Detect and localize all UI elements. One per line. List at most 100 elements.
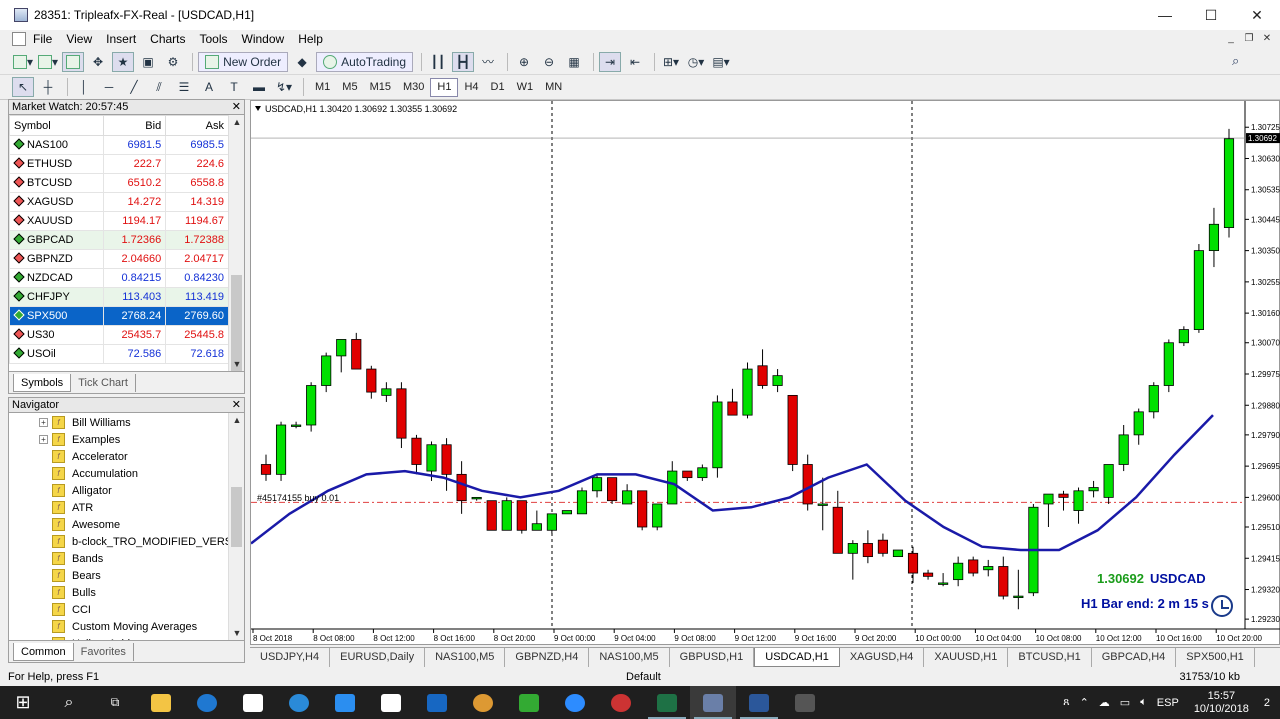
menu-help[interactable]: Help [291, 32, 330, 46]
chart-tab[interactable]: SPX500,H1 [1176, 648, 1255, 667]
channel-icon[interactable]: ⫽ [148, 77, 170, 97]
market-watch-row[interactable]: NZDCAD 0.84215 0.84230 [8, 268, 229, 288]
market-watch-row[interactable]: GBPCAD 1.72366 1.72388 [8, 230, 229, 250]
crosshair-icon[interactable]: ┼ [37, 77, 59, 97]
strategy-tester-icon[interactable]: ⚙ [162, 52, 184, 72]
navigator-item[interactable]: f Bulls [52, 584, 244, 601]
close-button[interactable]: ✕ [1234, 0, 1280, 30]
new-order-button[interactable]: New Order [198, 51, 289, 72]
market-watch-row[interactable]: US30 25435.7 25445.8 [8, 325, 229, 345]
scroll-up-icon[interactable]: ▲ [229, 117, 245, 127]
trendline-icon[interactable]: ╱ [123, 77, 145, 97]
minimize-button[interactable]: — [1142, 0, 1188, 30]
chart-tab[interactable]: USDJPY,H4 [250, 648, 331, 667]
mdi-close-button[interactable]: ✕ [1258, 30, 1276, 46]
tray-chevron-icon[interactable]: ⌃ [1080, 696, 1089, 709]
app-button[interactable] [506, 686, 552, 719]
market-watch-row[interactable]: XAUUSD 1194.17 1194.67 [8, 211, 229, 231]
tf-m30[interactable]: M30 [397, 78, 430, 97]
chart-shift-icon[interactable]: ⇤ [624, 52, 646, 72]
navigator-item[interactable]: + f Examples [39, 431, 244, 448]
tab-favorites[interactable]: Favorites [74, 642, 134, 661]
zoom-in-icon[interactable]: ⊕ [513, 52, 535, 72]
tf-m5[interactable]: M5 [336, 78, 363, 97]
chart-tab[interactable]: GBPNZD,H4 [505, 648, 590, 667]
navigator-item[interactable]: f b-clock_TRO_MODIFIED_VERSI [52, 533, 244, 550]
col-bid[interactable]: Bid [103, 115, 167, 136]
menu-window[interactable]: Window [235, 32, 292, 46]
line-chart-icon[interactable]: 〰 [477, 52, 499, 72]
chart-tab[interactable]: XAGUSD,H4 [840, 648, 925, 667]
chart-tab[interactable]: USDCAD,H1 [754, 648, 840, 667]
calculator-button[interactable] [782, 686, 828, 719]
start-button[interactable]: ⊞ [0, 686, 46, 719]
indicators-icon[interactable]: ⊞▾ [660, 52, 682, 72]
clock[interactable]: 15:57 10/10/2018 [1189, 690, 1254, 716]
autoscroll-icon[interactable]: ⇥ [599, 51, 622, 72]
navigator-item[interactable]: f Bands [52, 550, 244, 567]
arrows-tool-icon[interactable]: ↯▾ [273, 77, 295, 97]
market-watch-toggle-icon[interactable] [62, 51, 85, 72]
label-tool-icon[interactable]: T [223, 77, 245, 97]
market-watch-row[interactable]: CHFJPY 113.403 113.419 [8, 287, 229, 307]
candlestick-icon[interactable]: ┣┫ [452, 51, 475, 72]
chart-tab[interactable]: GBPCAD,H4 [1092, 648, 1177, 667]
app2-button[interactable] [598, 686, 644, 719]
ie-button[interactable] [276, 686, 322, 719]
navigator-item[interactable]: f Accumulation [52, 465, 244, 482]
expand-icon[interactable]: + [39, 435, 48, 444]
navigator-item[interactable]: + f Bill Williams [39, 414, 244, 431]
tf-w1[interactable]: W1 [511, 78, 540, 97]
metaeditor-icon[interactable]: ◆ [291, 52, 313, 72]
menu-file[interactable]: File [26, 32, 59, 46]
templates-icon[interactable]: ▤▾ [710, 52, 732, 72]
network-icon[interactable]: ▭ [1120, 696, 1130, 709]
acrobat-button[interactable] [368, 686, 414, 719]
task-view-button[interactable]: ⧉ [92, 686, 138, 719]
rectangle-tool-icon[interactable]: ▬ [248, 77, 270, 97]
tile-windows-icon[interactable]: ▦ [563, 52, 585, 72]
fibonacci-icon[interactable]: ☰ [173, 77, 195, 97]
tf-mn[interactable]: MN [539, 78, 568, 97]
market-watch-row[interactable]: XAGUSD 14.272 14.319 [8, 192, 229, 212]
autotrading-button[interactable]: AutoTrading [316, 51, 414, 72]
navigator-item[interactable]: f Alligator [52, 482, 244, 499]
menu-view[interactable]: View [59, 32, 99, 46]
menu-insert[interactable]: Insert [99, 32, 143, 46]
language-indicator[interactable]: ESP [1157, 697, 1179, 709]
outlook-button[interactable] [414, 686, 460, 719]
expand-icon[interactable]: + [39, 418, 48, 427]
market-watch-close-icon[interactable]: ✕ [232, 100, 241, 114]
excel-button[interactable] [644, 686, 690, 719]
maximize-button[interactable]: ☐ [1188, 0, 1234, 30]
terminal-icon[interactable]: ▣ [137, 52, 159, 72]
navigator-scrollbar[interactable]: ▲ ▼ [228, 413, 244, 640]
tf-h4[interactable]: H4 [458, 78, 484, 97]
chart-tab[interactable]: NAS100,M5 [589, 648, 670, 667]
chart-tab[interactable]: EURUSD,Daily [330, 648, 426, 667]
dropbox-button[interactable] [322, 686, 368, 719]
profiles-icon[interactable]: ▾ [37, 52, 59, 72]
navigator-item[interactable]: f Accelerator [52, 448, 244, 465]
horizontal-line-icon[interactable]: ─ [98, 77, 120, 97]
navigator-close-icon[interactable]: ✕ [232, 398, 241, 412]
chrome-button[interactable] [460, 686, 506, 719]
mail-button[interactable] [230, 686, 276, 719]
tab-symbols[interactable]: Symbols [13, 373, 72, 392]
zoom-out-icon[interactable]: ⊖ [538, 52, 560, 72]
navigator-item[interactable]: f CCI [52, 601, 244, 618]
tf-m15[interactable]: M15 [364, 78, 397, 97]
navigator-item[interactable]: f Custom Moving Averages [52, 618, 244, 635]
market-watch-row[interactable]: NAS100 6981.5 6985.5 [8, 135, 229, 155]
tab-common[interactable]: Common [13, 642, 74, 661]
chart-menu-triangle-icon[interactable] [255, 106, 261, 111]
people-icon[interactable]: ጸ [1063, 696, 1069, 709]
periods-icon[interactable]: ◷▾ [685, 52, 707, 72]
chart-tab[interactable]: NAS100,M5 [425, 648, 506, 667]
market-watch-row[interactable]: USOil 72.586 72.618 [8, 344, 229, 364]
scroll-up-icon[interactable]: ▲ [229, 415, 245, 425]
menu-charts[interactable]: Charts [143, 32, 192, 46]
market-watch-scrollbar[interactable]: ▲ ▼ [228, 115, 244, 371]
word-button[interactable] [736, 686, 782, 719]
chart-tab[interactable]: XAUUSD,H1 [924, 648, 1009, 667]
